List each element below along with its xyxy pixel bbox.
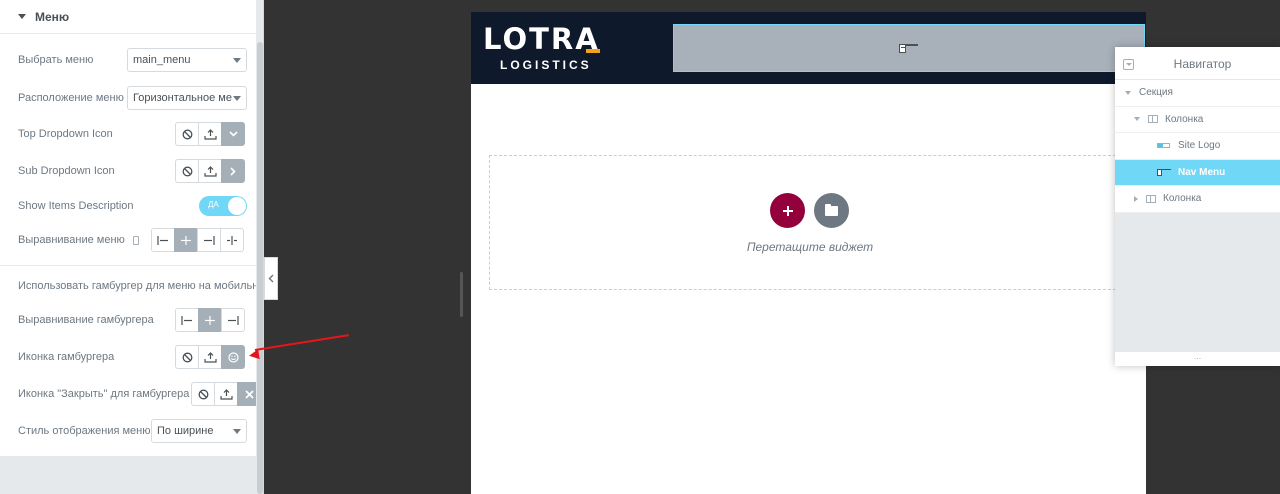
align-left-icon[interactable] [151,228,175,252]
navigator-item-label: Колонка [1165,113,1204,125]
top-dropdown-label: Top Dropdown Icon [18,128,113,140]
layout-label: Расположение меню [18,92,124,104]
align-right-icon[interactable] [197,228,221,252]
section-divider [0,265,256,266]
annotation-arrow-line [254,334,349,351]
add-template-button[interactable] [814,193,849,228]
toggle-text: ДА [208,200,219,209]
hamburger-align-label: Выравнивание гамбургера [18,314,154,326]
caret-down-icon [18,14,26,19]
panel-scrollbar[interactable] [257,42,263,494]
align-center-icon[interactable] [174,228,198,252]
show-description-toggle[interactable]: ДА [199,196,247,216]
navigator-item-label: Колонка [1163,193,1202,205]
caret-down-icon[interactable] [1125,90,1131,95]
align-right-icon[interactable] [221,308,245,332]
navigator-tree: Секция Колонка Site Logo Nav Menu Колонк… [1115,80,1280,213]
align-justify-icon[interactable] [220,228,244,252]
close-icon-label: Иконка "Закрыть" для гамбургера [18,388,190,400]
navigator-item-section[interactable]: Секция [1115,80,1280,107]
navigator-item-column[interactable]: Колонка [1115,107,1280,133]
navigator-item-nav-menu[interactable]: Nav Menu [1115,159,1280,186]
collapse-panel-button[interactable] [264,257,278,300]
column-icon [1146,194,1156,203]
display-style-dropdown[interactable]: По ширине [151,419,247,443]
navigator-resize-handle[interactable]: ... [1115,352,1280,366]
plus-icon [782,205,793,216]
chevron-down-icon [233,429,241,434]
display-style-value: По ширине [157,425,214,437]
navigator-header[interactable]: Навигатор [1115,47,1280,80]
control-use-hamburger: Использовать гамбургер для меню на мобил… [18,274,256,298]
smiley-icon[interactable] [221,345,245,369]
hamburger-icon-choices [175,345,245,369]
preview-canvas: LOTRA LOGISTICS Перетащите виджет [471,12,1146,494]
chevron-right-icon[interactable] [221,159,245,183]
align-label: Выравнивание меню [18,234,125,246]
layout-value: Горизонтальное ме [133,92,232,104]
toggle-knob [228,197,246,215]
sub-dropdown-label: Sub Dropdown Icon [18,165,115,177]
upload-icon[interactable] [198,122,222,146]
navigator-item-site-logo[interactable]: Site Logo [1115,133,1280,160]
chevron-down-icon [233,96,241,101]
annotation-arrow-head [248,349,260,361]
close-icon[interactable] [237,382,256,406]
align-center-icon[interactable] [198,308,222,332]
empty-section-dropzone[interactable]: Перетащите виджет [489,155,1146,290]
select-menu-label: Выбрать меню [18,54,94,66]
navigator-title: Навигатор [1173,57,1232,71]
mobile-device-icon[interactable] [132,235,139,245]
upload-icon[interactable] [214,382,238,406]
top-dropdown-icon-choices [175,122,245,146]
use-hamburger-label: Использовать гамбургер для меню на мобил… [18,280,256,292]
site-header[interactable]: LOTRA LOGISTICS [471,12,1146,84]
section-header-menu[interactable]: Меню [0,0,256,34]
logo-sub-text: LOGISTICS [500,58,592,72]
site-logo-icon [1157,143,1170,149]
nav-menu-icon [899,42,919,54]
hamburger-align-choices [175,308,245,332]
ban-icon[interactable] [175,159,199,183]
select-menu-value: main_menu [133,54,191,66]
upload-icon[interactable] [198,159,222,183]
ban-icon[interactable] [175,122,199,146]
navigator-item-label: Секция [1139,87,1173,99]
drop-widget-text: Перетащите виджет [746,240,874,254]
ban-icon[interactable] [191,382,215,406]
caret-right-icon[interactable] [1134,195,1138,202]
column-icon [1148,115,1158,124]
chevron-left-icon [268,274,274,283]
chevron-down-icon[interactable] [221,122,245,146]
add-section-button[interactable] [770,193,805,228]
navigator-item-label: Nav Menu [1178,166,1226,178]
show-desc-label: Show Items Description [18,200,134,212]
site-logo[interactable]: LOTRA LOGISTICS [483,24,607,74]
ban-icon[interactable] [175,345,199,369]
settings-panel-content: Меню Выбрать меню main_menu Расположение… [0,0,256,456]
sub-dropdown-icon-choices [175,159,245,183]
layout-dropdown[interactable]: Горизонтальное ме [127,86,247,110]
nav-menu-placeholder[interactable] [673,24,1145,72]
hamburger-icon-label: Иконка гамбургера [18,351,115,363]
logo-main-text: LOTRA [483,22,600,56]
nav-menu-icon [1157,168,1171,177]
upload-icon[interactable] [198,345,222,369]
chevron-down-icon [233,58,241,63]
section-title: Меню [35,9,70,24]
close-icon-choices [191,382,256,406]
display-style-label: Стиль отображения меню [18,425,151,437]
logo-accent-bar [586,49,600,53]
settings-panel: Меню Выбрать меню main_menu Расположение… [0,0,264,494]
navigator-panel: Навигатор Секция Колонка Site Logo Nav M… [1115,47,1280,366]
select-menu-dropdown[interactable]: main_menu [127,48,247,72]
caret-down-icon[interactable] [1134,117,1140,122]
menu-align-choices [151,228,244,252]
navigator-item-label: Site Logo [1178,140,1221,152]
folder-icon [825,203,838,216]
resize-handle[interactable] [460,272,463,317]
align-left-icon[interactable] [175,308,199,332]
navigator-item-column-2[interactable]: Колонка [1115,186,1280,213]
